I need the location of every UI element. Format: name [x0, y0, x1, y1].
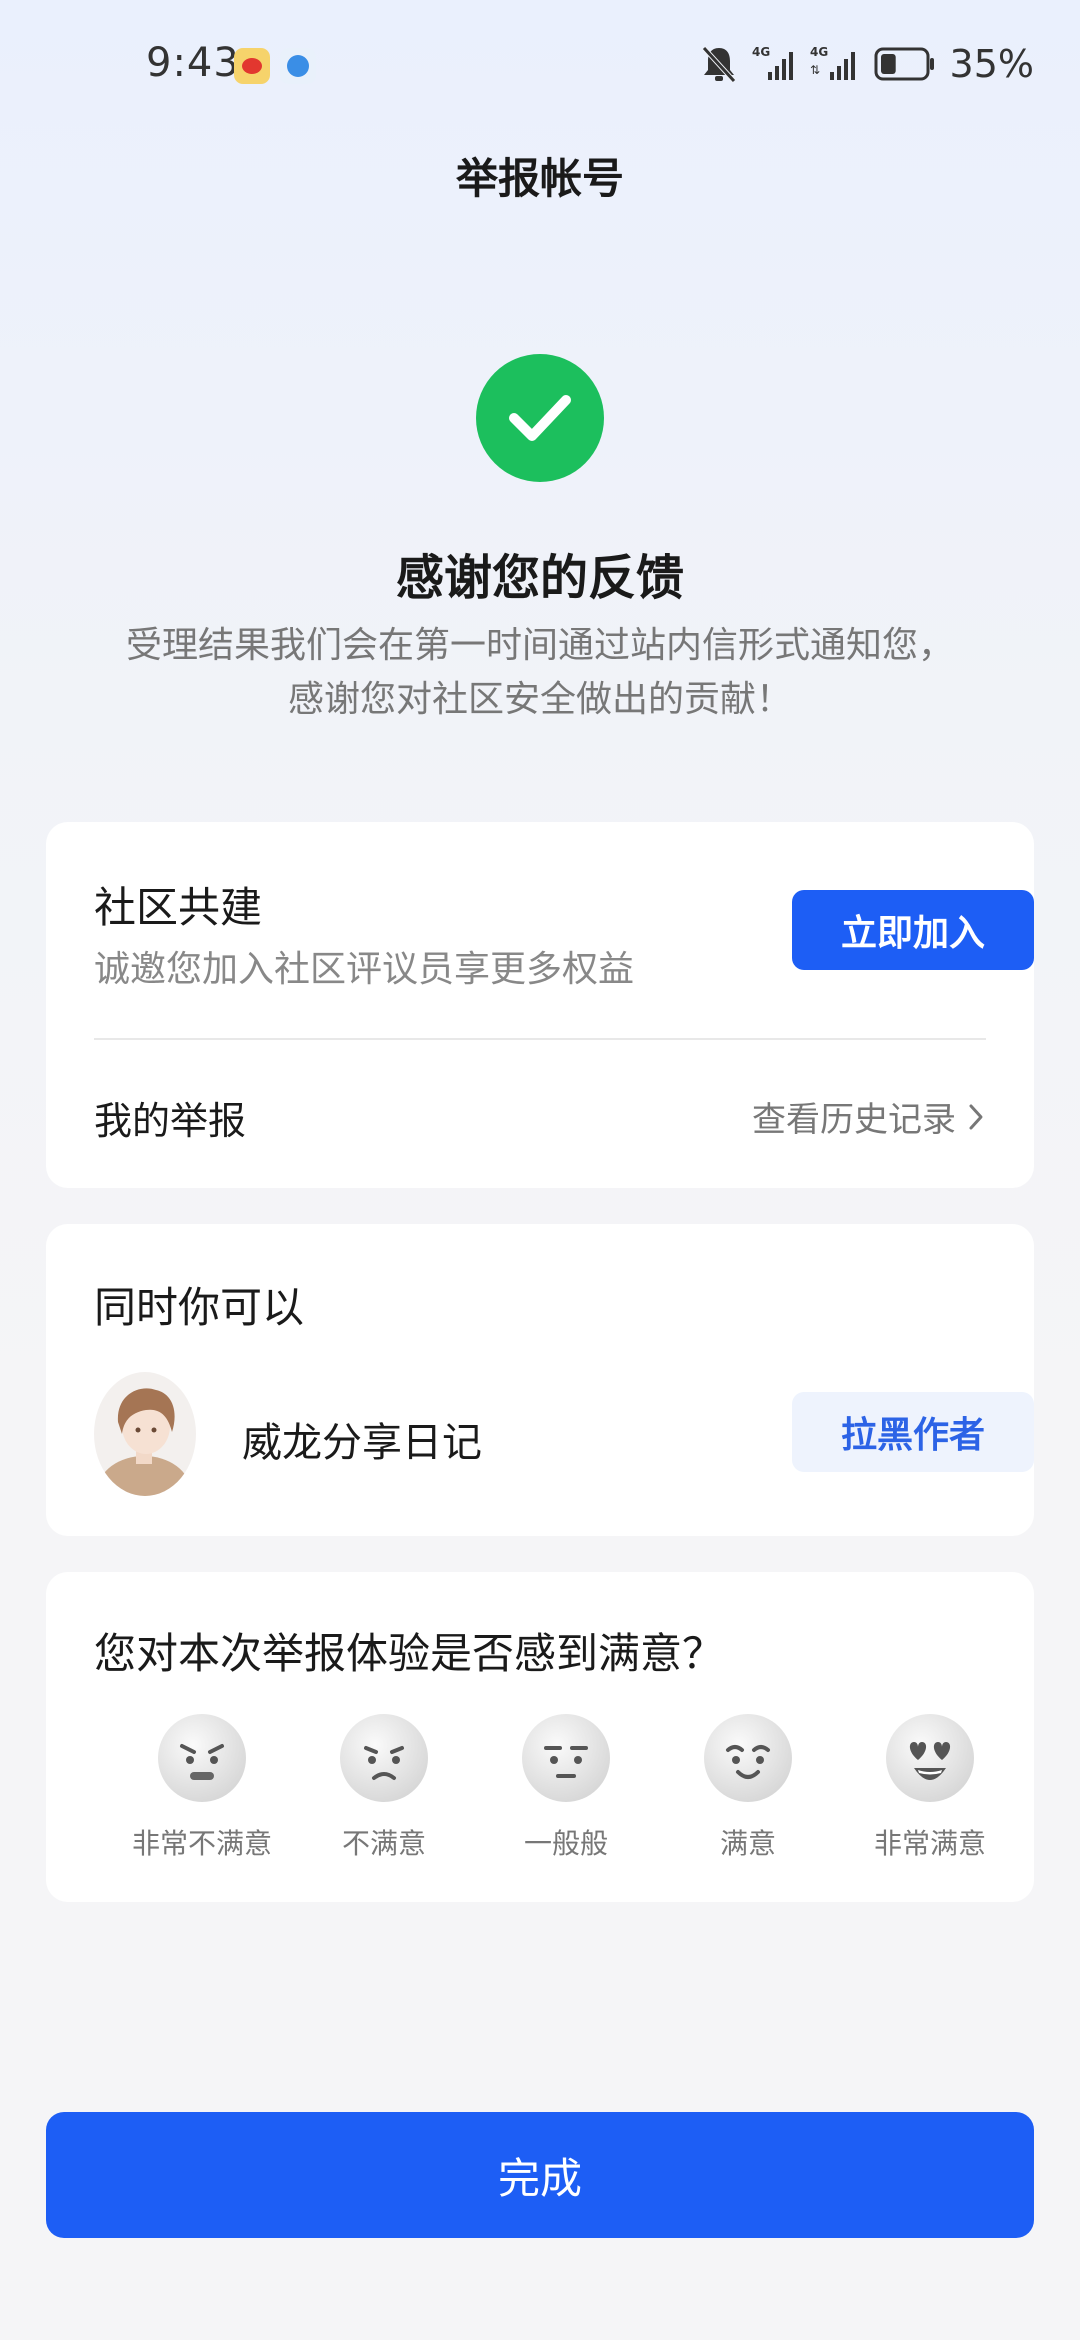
- status-bar: 9:43 4G 4G ⇅ 35%: [0, 0, 1080, 130]
- divider: [94, 1038, 986, 1040]
- actions-title: 同时你可以: [94, 1283, 305, 1332]
- author-name: 威龙分享日记: [242, 1420, 482, 1466]
- browser-app-icon: [280, 48, 316, 84]
- option-neutral[interactable]: 一般般: [486, 1712, 646, 1872]
- thanks-title: 感谢您的反馈: [395, 550, 684, 606]
- neutral-face-icon: [522, 1714, 610, 1802]
- thanks-message-line2: 感谢您对社区安全做出的贡献！: [287, 679, 792, 720]
- option-very-satisfied[interactable]: 非常满意: [850, 1712, 1010, 1872]
- option-label: 满意: [719, 1827, 776, 1860]
- battery-percentage: 35%: [949, 42, 1034, 86]
- battery-icon: [874, 47, 934, 81]
- view-history-label: 查看历史记录: [752, 1100, 956, 1140]
- svg-text:4G: 4G: [810, 45, 828, 59]
- option-label: 一般般: [523, 1827, 608, 1860]
- signal-4g-icon-1: 4G: [752, 45, 793, 80]
- option-very-unsatisfied[interactable]: 非常不满意: [122, 1712, 282, 1872]
- option-label: 非常满意: [873, 1827, 986, 1860]
- thanks-message-line1: 受理结果我们会在第一时间通过站内信形式通知您，: [125, 625, 954, 666]
- actions-card: 同时你可以 威龙分享日记 拉黑作者: [46, 1224, 1034, 1536]
- satisfaction-options: 非常不满意 不满意 一般般 满意 非常满意: [46, 1712, 1034, 1872]
- svg-text:4G: 4G: [752, 45, 770, 59]
- chevron-right-icon: [969, 1104, 983, 1129]
- join-now-button[interactable]: 立即加入: [792, 890, 1034, 970]
- satisfied-face-icon: [704, 1714, 792, 1802]
- view-history-link[interactable]: 查看历史记录: [752, 1092, 986, 1141]
- very-satisfied-face-icon: [886, 1714, 974, 1802]
- option-label: 不满意: [341, 1827, 426, 1860]
- block-author-button[interactable]: 拉黑作者: [792, 1392, 1034, 1472]
- signal-4g-icon-2: 4G ⇅: [810, 45, 855, 80]
- community-title: 社区共建: [94, 883, 263, 932]
- author-avatar: [94, 1372, 196, 1496]
- mute-bell-icon: [701, 46, 736, 83]
- svg-text:⇅: ⇅: [810, 63, 820, 77]
- unsatisfied-face-icon: [340, 1714, 428, 1802]
- my-report-label: 我的举报: [94, 1099, 247, 1143]
- success-check-icon: [476, 354, 604, 482]
- status-indicators: 4G 4G ⇅ 35%: [700, 42, 1034, 86]
- option-unsatisfied[interactable]: 不满意: [304, 1712, 464, 1872]
- option-label: 非常不满意: [131, 1827, 272, 1860]
- community-card: 社区共建 诚邀您加入社区评议员享更多权益 立即加入 我的举报 查看历史记录: [46, 822, 1034, 1188]
- weibo-app-icon: [234, 48, 270, 84]
- done-button[interactable]: 完成: [46, 2112, 1034, 2238]
- status-time: 9:43: [146, 40, 240, 86]
- survey-card: 您对本次举报体验是否感到满意？ 非常不满意 不满意 一般般 满意 非常满意: [46, 1572, 1034, 1902]
- option-satisfied[interactable]: 满意: [668, 1712, 828, 1872]
- community-subtitle: 诚邀您加入社区评议员享更多权益: [94, 949, 635, 990]
- very-unsatisfied-face-icon: [158, 1714, 246, 1802]
- survey-question: 您对本次举报体验是否感到满意？: [94, 1629, 725, 1678]
- page-title: 举报帐号: [455, 154, 624, 203]
